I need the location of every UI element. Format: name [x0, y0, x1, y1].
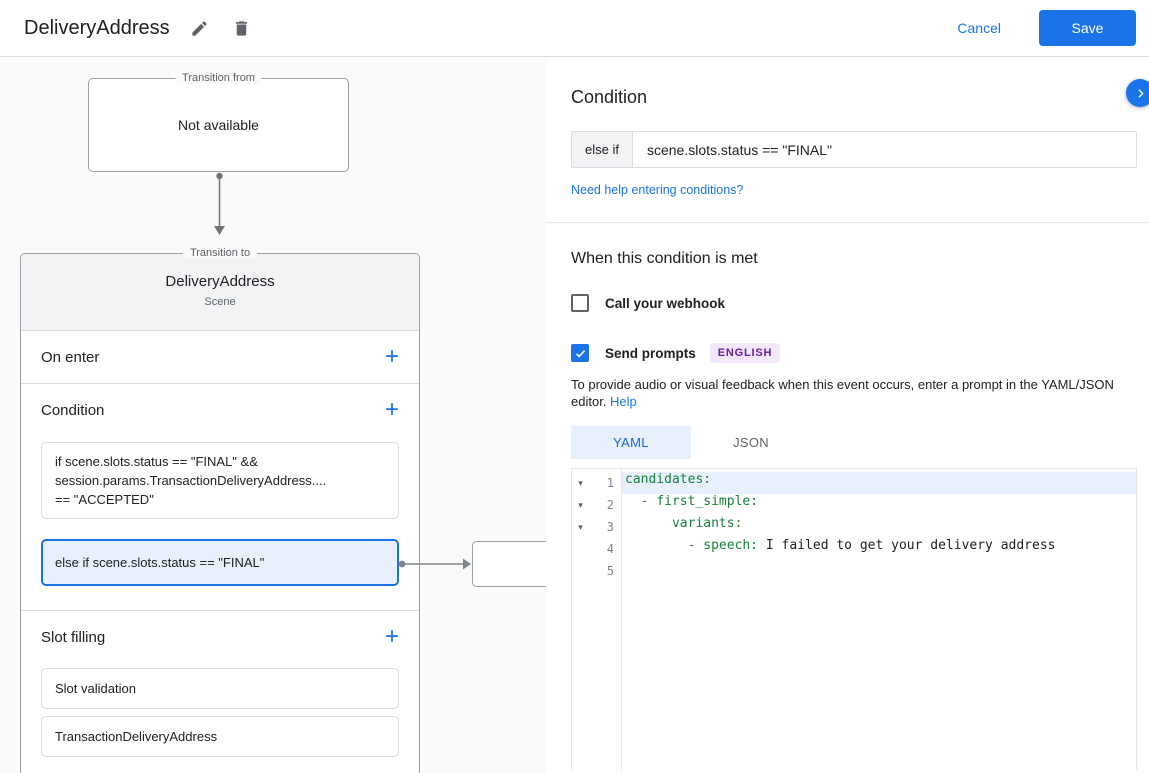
- transition-from-label: Transition from: [175, 72, 262, 84]
- gutter-row: ▾ 3: [572, 516, 621, 538]
- slot-filling-row: Slot filling +: [21, 611, 419, 663]
- section-divider: [546, 222, 1149, 223]
- fold-toggle-icon[interactable]: ▾: [572, 522, 589, 533]
- editor-gutter: ▾ 1 ▾ 2 ▾ 3 4 5: [572, 469, 622, 770]
- delete-icon[interactable]: [232, 18, 252, 38]
- flow-canvas: Transition from Not available Transition…: [0, 57, 546, 773]
- conditions-help-link[interactable]: Need help entering conditions?: [571, 183, 743, 197]
- on-enter-row: On enter +: [21, 331, 419, 384]
- edit-icon[interactable]: [190, 18, 210, 38]
- transition-from-box: Transition from Not available: [88, 72, 349, 172]
- send-prompts-row: Send prompts ENGLISH: [571, 343, 1137, 363]
- yaml-key: speech:: [703, 538, 759, 553]
- code-line-4: - speech: I failed to get your delivery …: [622, 538, 1136, 560]
- condition-expression-row: else if: [571, 131, 1137, 168]
- code-line-2: - first_simple:: [622, 494, 1136, 516]
- transition-target-box[interactable]: [472, 541, 546, 587]
- line-number: 5: [606, 564, 614, 578]
- help-link[interactable]: Help: [610, 394, 637, 409]
- condition-expression-input[interactable]: [632, 132, 1136, 167]
- condition-detail-panel: Condition else if Need help entering con…: [546, 57, 1149, 773]
- condition-item-line: if scene.slots.status == "FINAL" &&: [55, 454, 258, 469]
- send-prompts-checkbox[interactable]: [571, 344, 589, 362]
- slot-validation-item[interactable]: Slot validation: [41, 668, 399, 709]
- add-condition-button[interactable]: +: [385, 398, 399, 422]
- scene-card-header[interactable]: DeliveryAddress Scene: [21, 254, 419, 331]
- line-number: 4: [606, 542, 614, 556]
- checkmark-icon: [575, 349, 585, 358]
- scene-subtitle: Scene: [204, 296, 236, 308]
- gutter-row: 4: [572, 538, 621, 560]
- scene-title: DeliveryAddress: [165, 273, 275, 290]
- yaml-value: I failed to get your delivery address: [758, 538, 1056, 553]
- transition-to-label: Transition to: [182, 247, 258, 259]
- app-header: DeliveryAddress Cancel Save: [0, 0, 1149, 57]
- editor-tabs: YAML JSON: [571, 426, 1137, 459]
- condition-item-line: == "ACCEPTED": [55, 492, 154, 507]
- page-title: DeliveryAddress: [24, 16, 170, 39]
- when-met-title: When this condition is met: [571, 250, 758, 267]
- prompt-description: To provide audio or visual feedback when…: [571, 376, 1129, 410]
- fold-toggle-icon[interactable]: ▾: [572, 478, 589, 489]
- connector-dot: [216, 172, 223, 180]
- gutter-row: ▾ 1: [572, 472, 621, 494]
- yaml-key: variants:: [671, 516, 743, 531]
- line-number: 3: [606, 520, 614, 534]
- chevron-right-icon: [1137, 88, 1144, 98]
- condition-item-selected[interactable]: else if scene.slots.status == "FINAL": [41, 539, 399, 586]
- cancel-button[interactable]: Cancel: [957, 20, 1001, 36]
- save-button[interactable]: Save: [1039, 10, 1136, 46]
- yaml-key: candidates:: [625, 472, 712, 487]
- editor-code-area[interactable]: candidates: - first_simple: variants: - …: [622, 469, 1136, 770]
- condition-label: Condition: [41, 401, 105, 419]
- yaml-dash: -: [687, 538, 704, 553]
- condition-section: Condition + if scene.slots.status == "FI…: [21, 384, 419, 611]
- line-number: 1: [606, 476, 614, 490]
- gutter-row: 5: [572, 560, 621, 582]
- webhook-row: Call your webhook: [571, 294, 1137, 312]
- add-on-enter-button[interactable]: +: [385, 345, 399, 369]
- line-number: 2: [606, 498, 614, 512]
- slot-type-item[interactable]: TransactionDeliveryAddress: [41, 716, 399, 757]
- yaml-key: first_simple:: [656, 494, 759, 509]
- tab-json[interactable]: JSON: [691, 426, 811, 459]
- webhook-checkbox[interactable]: [571, 294, 589, 312]
- scene-card: Transition to DeliveryAddress Scene On e…: [20, 247, 420, 773]
- panel-title: Condition: [571, 87, 648, 107]
- condition-prefix: else if: [572, 132, 633, 167]
- scene-editor-app: DeliveryAddress Cancel Save Transition f…: [0, 0, 1149, 773]
- right-arrow-head: [463, 558, 471, 570]
- webhook-label[interactable]: Call your webhook: [605, 296, 725, 311]
- yaml-dash: -: [640, 494, 657, 509]
- code-line-3: variants:: [622, 516, 1136, 538]
- code-line-1: candidates:: [622, 472, 1136, 494]
- tab-yaml[interactable]: YAML: [571, 426, 691, 459]
- slot-filling-label: Slot filling: [41, 628, 106, 646]
- collapse-panel-button[interactable]: [1126, 79, 1149, 107]
- language-badge: ENGLISH: [709, 343, 781, 363]
- add-slot-button[interactable]: +: [385, 625, 399, 649]
- condition-item-line: session.params.TransactionDeliveryAddres…: [55, 473, 327, 488]
- gutter-row: ▾ 2: [572, 494, 621, 516]
- fold-toggle-icon[interactable]: ▾: [572, 500, 589, 511]
- yaml-editor[interactable]: ▾ 1 ▾ 2 ▾ 3 4 5 candidates: - first_simp…: [571, 468, 1137, 770]
- condition-item-line: else if scene.slots.status == "FINAL": [55, 555, 265, 570]
- down-arrow-head: [214, 226, 225, 235]
- condition-row: Condition +: [21, 384, 419, 436]
- send-prompts-label[interactable]: Send prompts: [605, 346, 696, 361]
- transition-from-value: Not available: [178, 117, 259, 133]
- on-enter-label: On enter: [41, 348, 100, 366]
- prompt-description-text: To provide audio or visual feedback when…: [571, 377, 1114, 409]
- condition-item[interactable]: if scene.slots.status == "FINAL" && sess…: [41, 442, 399, 519]
